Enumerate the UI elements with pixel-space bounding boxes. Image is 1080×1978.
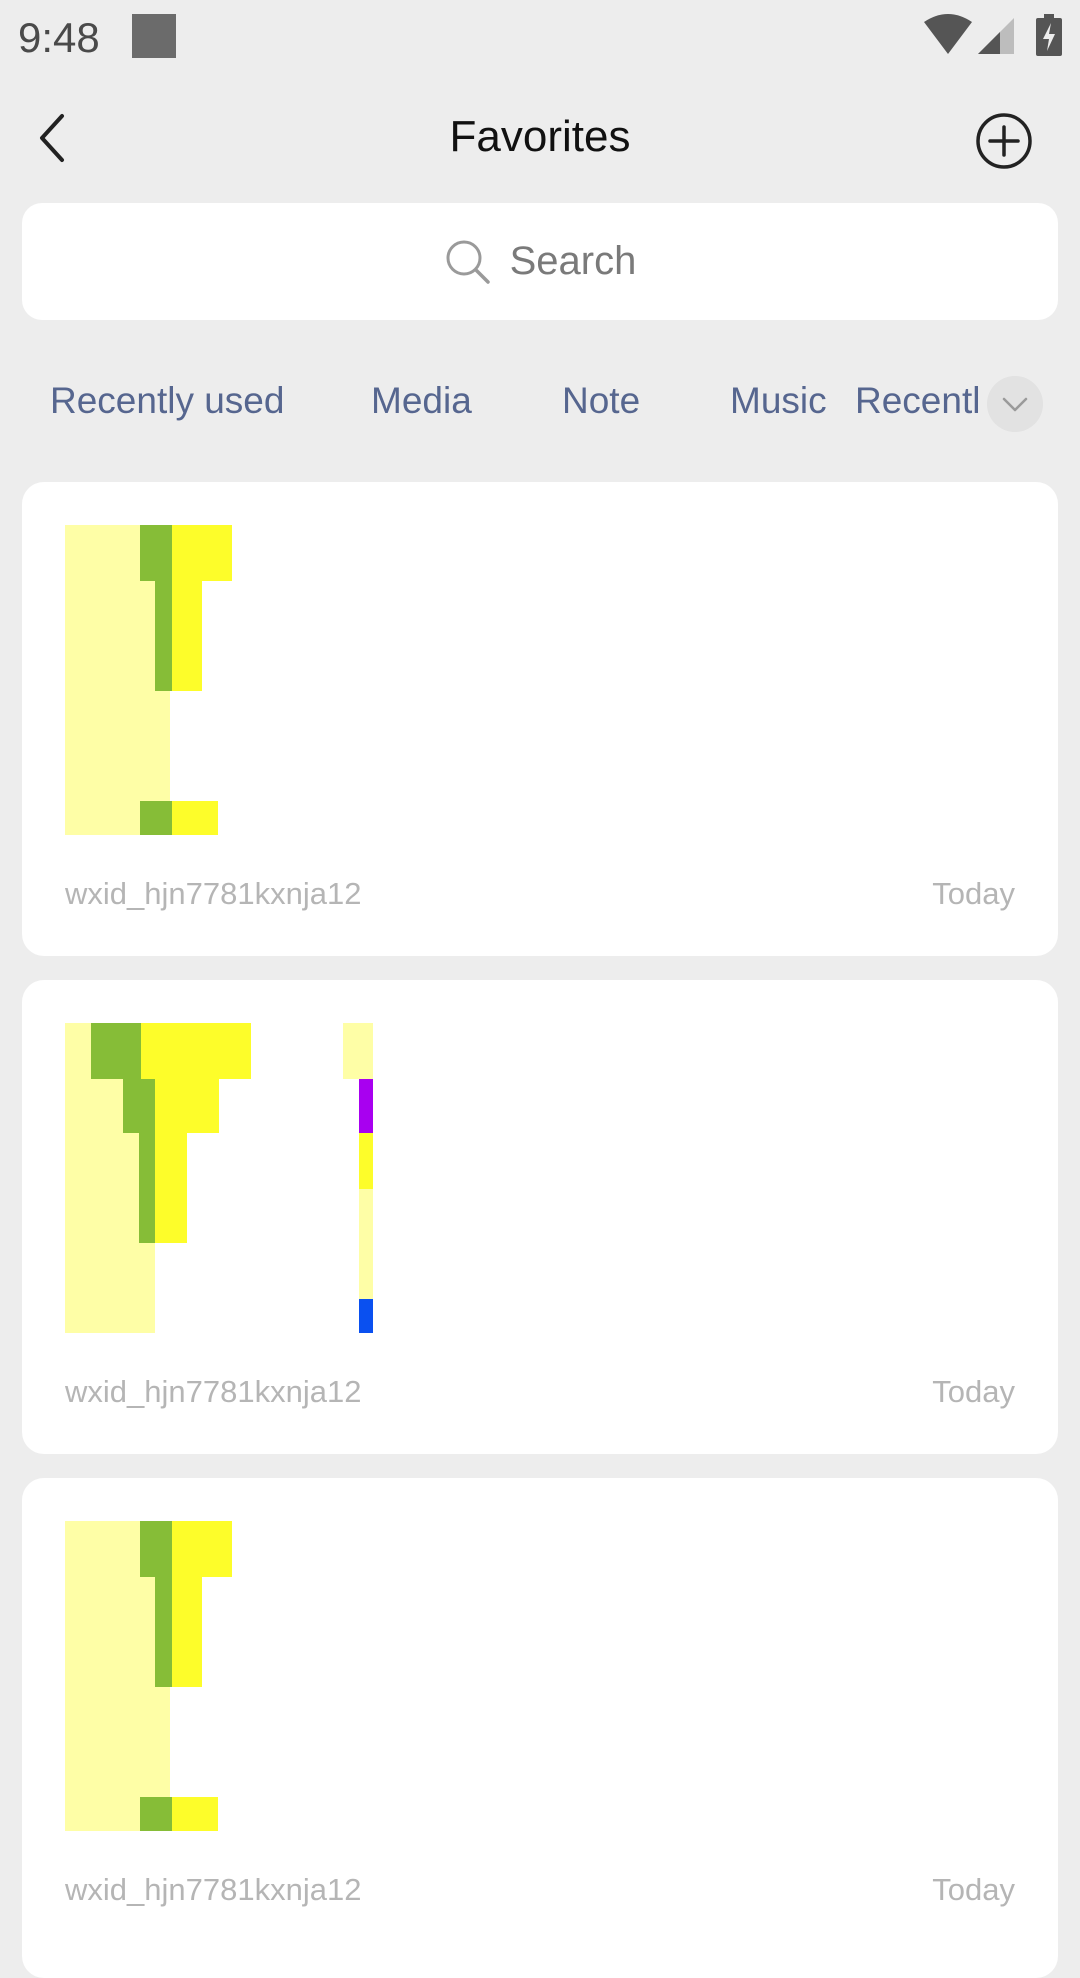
- tab-recent[interactable]: Recentl: [855, 380, 980, 422]
- favorite-thumbnail: [65, 1023, 373, 1333]
- item-date: Today: [932, 1872, 1015, 1907]
- item-date: Today: [932, 1374, 1015, 1409]
- cellular-signal-icon: [978, 18, 1014, 54]
- search-icon: [446, 240, 490, 284]
- header: Favorites: [0, 74, 1080, 202]
- chevron-down-icon[interactable]: [987, 376, 1043, 432]
- page-title: Favorites: [449, 112, 631, 161]
- search-placeholder: Search: [509, 239, 637, 283]
- search-input[interactable]: Search: [22, 203, 1058, 320]
- item-source: wxid_hjn7781kxnja12: [65, 876, 362, 911]
- status-bar: 9:48: [0, 0, 1080, 74]
- status-time: 9:48: [18, 14, 100, 61]
- favorite-item[interactable]: wxid_hjn7781kxnja12 Today: [22, 1478, 1058, 1978]
- search-inner: Search: [22, 203, 1058, 320]
- tab-note[interactable]: Note: [562, 380, 640, 422]
- battery-charging-icon: [1036, 14, 1062, 56]
- plus-circle-icon[interactable]: [975, 112, 1033, 170]
- tab-media[interactable]: Media: [371, 380, 472, 422]
- favorite-thumbnail: [65, 1521, 232, 1831]
- favorite-item[interactable]: wxid_hjn7781kxnja12 Today: [22, 980, 1058, 1454]
- favorite-item[interactable]: wxid_hjn7781kxnja12 Today: [22, 482, 1058, 956]
- wifi-icon: [924, 14, 972, 54]
- category-tabs: Recently used Media Note Music Recentl: [0, 370, 1080, 440]
- tab-music[interactable]: Music: [730, 380, 827, 422]
- notification-square-icon: [132, 14, 176, 58]
- favorite-thumbnail: [65, 525, 232, 835]
- item-source: wxid_hjn7781kxnja12: [65, 1374, 362, 1409]
- item-source: wxid_hjn7781kxnja12: [65, 1872, 362, 1907]
- tab-recently-used[interactable]: Recently used: [50, 380, 284, 422]
- item-date: Today: [932, 876, 1015, 911]
